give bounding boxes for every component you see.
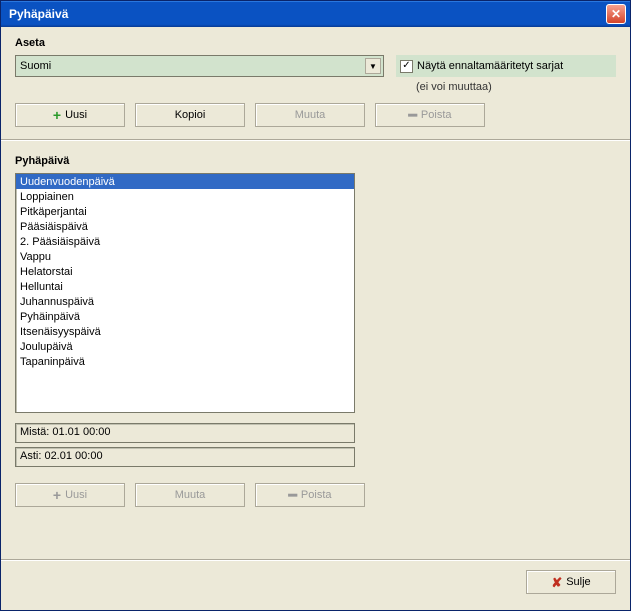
muuta-button-bottom: Muuta [135, 483, 245, 507]
poista-button-label: Poista [421, 109, 452, 121]
muuta-button-bottom-label: Muuta [175, 489, 206, 501]
close-icon[interactable]: ✕ [606, 4, 626, 24]
poista-button-bottom: ━ Poista [255, 483, 365, 507]
list-item[interactable]: Vappu [16, 249, 354, 264]
holiday-list-label: Pyhäpäivä [15, 155, 616, 167]
show-predefined-checkbox-row[interactable]: ✓ Näytä ennaltamääritetyt sarjat [396, 55, 616, 77]
uusi-button-bottom-label: Uusi [65, 489, 87, 501]
poista-button: ━ Poista [375, 103, 485, 127]
muuta-button-label: Muuta [295, 109, 326, 121]
list-item[interactable]: Pääsiäispäivä [16, 219, 354, 234]
close-x-icon: ✘ [551, 576, 562, 589]
list-item[interactable]: Helatorstai [16, 264, 354, 279]
muuta-button: Muuta [255, 103, 365, 127]
list-item[interactable]: Loppiainen [16, 189, 354, 204]
list-item[interactable]: Itsenäisyyspäivä [16, 324, 354, 339]
kopioi-button-label: Kopioi [175, 109, 206, 121]
body: Aseta Suomi ▼ ✓ Näytä ennaltamääritetyt … [1, 27, 630, 610]
list-item[interactable]: Uudenvuodenpäivä [16, 174, 354, 189]
top-button-row: + Uusi Kopioi Muuta ━ Poista [15, 103, 616, 127]
window-title: Pyhäpäivä [9, 7, 68, 21]
checkbox-icon[interactable]: ✓ [400, 60, 413, 73]
list-item[interactable]: Pitkäperjantai [16, 204, 354, 219]
plus-icon: + [53, 108, 61, 122]
kopioi-button[interactable]: Kopioi [135, 103, 245, 127]
bottom-button-row: + Uusi Muuta ━ Poista [15, 483, 616, 507]
list-item[interactable]: Pyhäinpäivä [16, 309, 354, 324]
checkbox-area: ✓ Näytä ennaltamääritetyt sarjat (ei voi… [396, 55, 616, 93]
sulje-button-label: Sulje [566, 576, 590, 588]
chevron-down-icon[interactable]: ▼ [365, 58, 381, 74]
list-item[interactable]: Joulupäivä [16, 339, 354, 354]
country-combo-value: Suomi [20, 60, 51, 72]
list-item[interactable]: Helluntai [16, 279, 354, 294]
footer: ✘ Sulje [1, 559, 630, 600]
uusi-button[interactable]: + Uusi [15, 103, 125, 127]
list-item[interactable]: Tapaninpäivä [16, 354, 354, 369]
mista-field: Mistä: 01.01 00:00 [15, 423, 355, 443]
list-item[interactable]: Juhannuspäivä [16, 294, 354, 309]
window: Pyhäpäivä ✕ Aseta Suomi ▼ ✓ Näytä ennalt… [0, 0, 631, 611]
plus-icon: + [53, 488, 61, 502]
list-item[interactable]: 2. Pääsiäispäivä [16, 234, 354, 249]
uusi-button-bottom: + Uusi [15, 483, 125, 507]
divider [1, 139, 630, 141]
titlebar: Pyhäpäivä ✕ [1, 1, 630, 27]
holiday-listbox[interactable]: UudenvuodenpäiväLoppiainenPitkäperjantai… [15, 173, 355, 413]
aseta-label: Aseta [15, 37, 616, 49]
sulje-button[interactable]: ✘ Sulje [526, 570, 616, 594]
minus-icon: ━ [288, 488, 296, 502]
uusi-button-label: Uusi [65, 109, 87, 121]
minus-icon: ━ [408, 108, 416, 122]
top-row: Suomi ▼ ✓ Näytä ennaltamääritetyt sarjat… [15, 55, 616, 93]
checkbox-label: Näytä ennaltamääritetyt sarjat [417, 60, 563, 72]
asti-field: Asti: 02.01 00:00 [15, 447, 355, 467]
checkbox-subtext: (ei voi muuttaa) [396, 77, 616, 93]
poista-button-bottom-label: Poista [301, 489, 332, 501]
country-combo[interactable]: Suomi ▼ [15, 55, 384, 77]
